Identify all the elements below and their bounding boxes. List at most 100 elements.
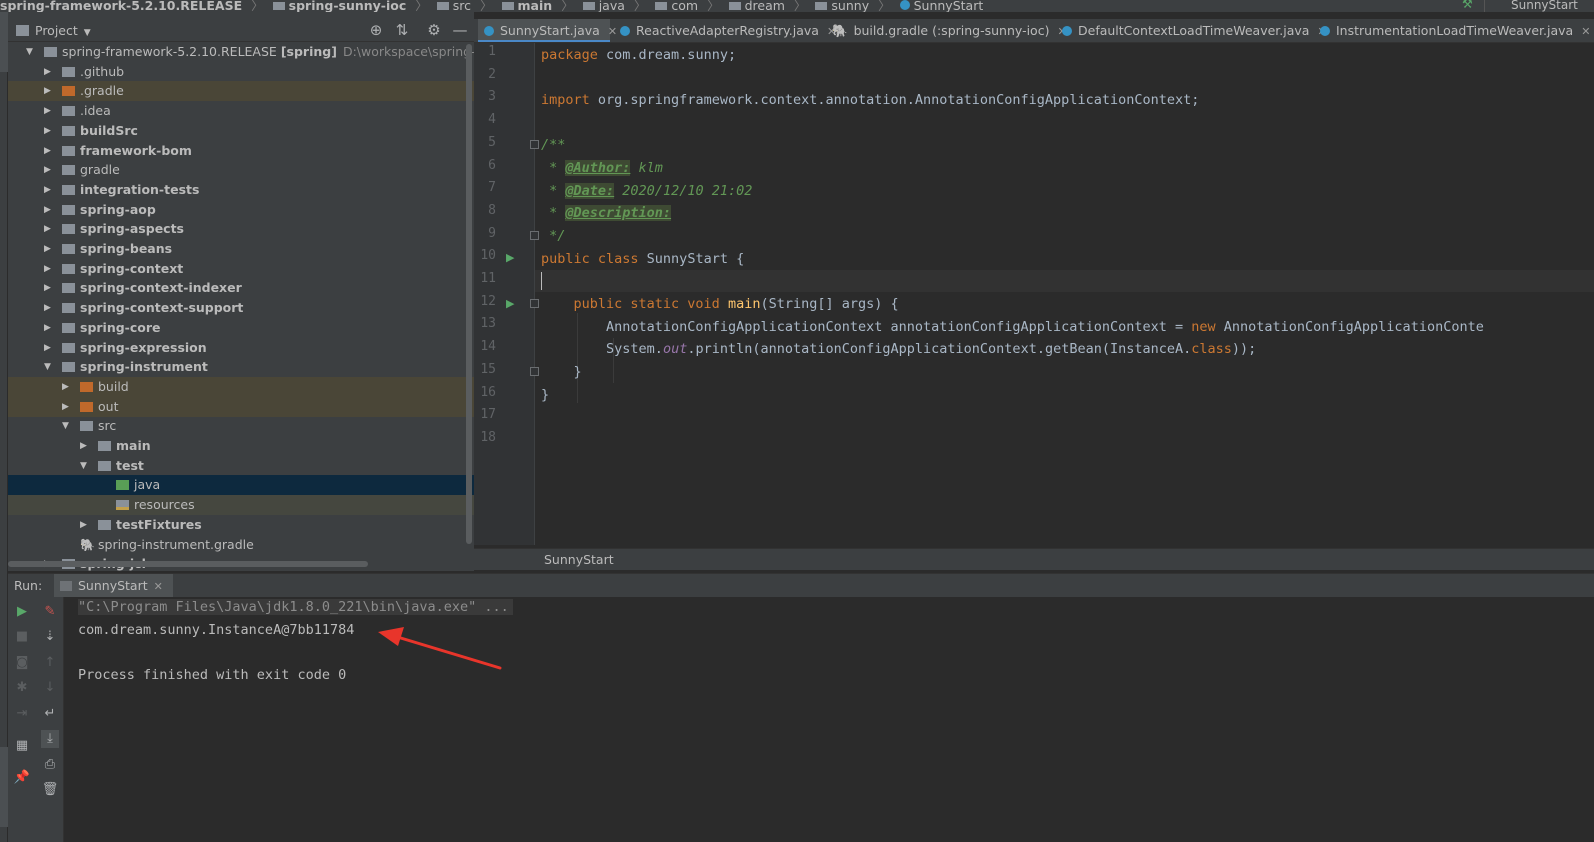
chevron-down-icon[interactable]: ▼ [62,416,72,436]
run-tab-sunnystart[interactable]: SunnyStart ✕ [54,574,173,598]
tree-item[interactable]: ▶ spring-beans [8,239,474,259]
tree-horizontal-scrollbar[interactable] [8,561,368,567]
close-icon[interactable]: ✕ [1581,25,1590,38]
tab-defaultcontextloadtimeweaver[interactable]: DefaultContextLoadTimeWeaver.java✕ [1056,19,1327,42]
print-icon[interactable]: ⎙ [41,756,59,774]
chevron-right-icon[interactable]: ▶ [80,515,90,535]
tree-item[interactable]: ▶ out [8,396,474,417]
chevron-right-icon[interactable]: ▶ [44,239,54,259]
pin-icon[interactable]: 📌 [13,769,31,787]
sort-icon[interactable]: ⇣ [41,628,59,646]
minimize-icon[interactable]: — [452,22,468,38]
tab-instrumentationloadtimeweaver[interactable]: InstrumentationLoadTimeWeaver.java ✕ [1314,19,1594,42]
tab-build-gradle[interactable]: 🐘build.gradle (:spring-sunny-ioc)✕ [826,19,1067,42]
tree-item[interactable]: ▶ buildSrc [8,121,474,141]
trash-icon[interactable]: 🗑 [41,781,59,799]
tree-item[interactable]: ▶ spring-core [8,318,474,338]
gear-icon[interactable]: ⚙ [426,22,442,38]
bug-icon[interactable]: ✱ [13,679,31,697]
camera-icon[interactable]: ◙ [13,654,31,672]
tree-vertical-scrollbar[interactable] [466,44,472,544]
stop-icon[interactable]: ■ [13,628,31,646]
chevron-right-icon[interactable]: ▶ [44,141,54,161]
tree-item[interactable]: ▶ spring-context [8,259,474,279]
tree-item[interactable]: java [8,475,474,496]
chevron-right-icon[interactable]: ▶ [44,101,54,121]
crumb-module[interactable]: spring-sunny-ioc [289,0,407,12]
chevron-right-icon[interactable]: ▶ [44,121,54,141]
chevron-right-icon[interactable]: ▶ [62,377,72,397]
crumb-project[interactable]: spring-framework-5.2.10.RELEASE [0,0,242,12]
crumb-separator: 〉 [793,0,807,12]
project-tool-window-button[interactable] [0,12,8,72]
layout-icon[interactable]: ▦ [13,737,31,755]
tree-item[interactable]: ▼ spring-framework-5.2.10.RELEASE [spring]… [8,42,474,62]
run-config-selector[interactable]: SunnyStart [1484,0,1594,12]
chevron-down-icon[interactable]: ▼ [44,357,54,377]
tree-item[interactable]: ▼ test [8,456,474,476]
wrap-icon[interactable]: ↵ [41,705,59,723]
tree-item[interactable]: ▶ .idea [8,101,474,121]
chevron-right-icon[interactable]: ▶ [80,436,90,456]
exit-icon[interactable]: ⇥ [13,705,31,723]
tree-item[interactable]: ▶ gradle [8,160,474,180]
tree-item[interactable]: ▶ main [8,436,474,456]
locate-icon[interactable]: ⊕ [368,22,384,38]
crumb-class[interactable]: SunnyStart [914,0,984,12]
tab-label: build.gradle (:spring-sunny-ioc) [853,23,1050,38]
tree-item[interactable]: ▶ spring-aop [8,200,474,220]
chevron-right-icon[interactable]: ▶ [44,62,54,82]
crumb-src[interactable]: src [453,0,471,12]
chevron-right-icon[interactable]: ▶ [44,338,54,358]
chevron-right-icon[interactable]: ▶ [44,180,54,200]
structure-tool-window-button[interactable] [0,747,8,827]
tab-reactiveadapterregistry[interactable]: ReactiveAdapterRegistry.java ✕ [614,19,836,42]
crumb-com[interactable]: com [671,0,698,12]
tree-item[interactable]: ▶ .github [8,62,474,82]
crumb-dream[interactable]: dream [745,0,785,12]
tree-item[interactable]: ▶ spring-expression [8,338,474,358]
tree-item[interactable]: ▶ spring-aspects [8,219,474,239]
scroll-end-icon[interactable]: ⤓ [41,730,59,748]
tree-item[interactable]: ▶ spring-context-indexer [8,278,474,298]
chevron-down-icon[interactable]: ▼ [80,456,90,476]
tree-item[interactable]: 🐘 spring-instrument.gradle [8,535,474,555]
tree-item[interactable]: ▶ framework-bom [8,141,474,161]
close-icon[interactable]: ✕ [154,580,163,593]
crumb-main[interactable]: main [518,0,553,12]
chevron-down-icon[interactable]: ▼ [26,42,36,62]
console-output[interactable]: "C:\Program Files\Java\jdk1.8.0_221\bin\… [64,597,1594,842]
tree-item[interactable]: ▶ integration-tests [8,180,474,200]
chevron-right-icon[interactable]: ▶ [44,160,54,180]
chevron-right-icon[interactable]: ▶ [44,219,54,239]
run-class-icon[interactable]: ▶ [506,251,514,264]
run-icon[interactable]: ▶ [13,603,31,621]
down-icon[interactable]: ↓ [41,679,59,697]
chevron-right-icon[interactable]: ▶ [44,298,54,318]
editor-breadcrumb[interactable]: SunnyStart [474,548,1594,570]
tree-item[interactable]: ▶ build [8,376,474,397]
gradle-elephant-icon: 🐘 [832,23,848,38]
edit-icon[interactable]: ✎ [41,603,59,621]
tree-item[interactable]: ▶ spring-context-support [8,298,474,318]
code-editor[interactable]: package com.dream.sunny; import org.spri… [535,43,1594,545]
project-view-selector[interactable]: Project ▼ [16,23,91,38]
chevron-right-icon[interactable]: ▶ [44,81,54,101]
collapse-icon[interactable]: ⇅ [394,22,410,38]
tree-item[interactable]: ▼ src [8,416,474,436]
run-main-icon[interactable]: ▶ [506,297,514,310]
build-hammer-icon[interactable]: ⚒ [1462,0,1476,10]
crumb-sunny[interactable]: sunny [831,0,869,12]
chevron-right-icon[interactable]: ▶ [44,259,54,279]
tree-item[interactable]: ▶ testFixtures [8,515,474,535]
chevron-right-icon[interactable]: ▶ [44,318,54,338]
tree-item[interactable]: ▼ spring-instrument [8,357,474,377]
up-icon[interactable]: ↑ [41,654,59,672]
crumb-java[interactable]: java [599,0,625,12]
tab-sunnystart[interactable]: SunnyStart.java ✕ [478,19,617,42]
chevron-right-icon[interactable]: ▶ [44,200,54,220]
chevron-right-icon[interactable]: ▶ [62,397,72,417]
chevron-right-icon[interactable]: ▶ [44,278,54,298]
tree-item[interactable]: resources [8,495,474,516]
tree-item[interactable]: ▶ .gradle [8,81,474,102]
